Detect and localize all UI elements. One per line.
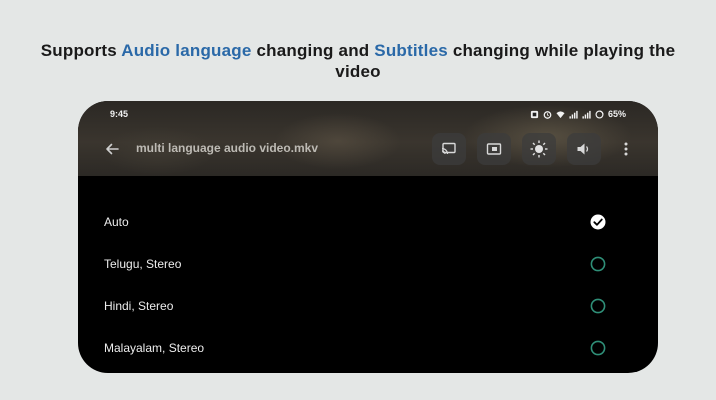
more-options-button[interactable] xyxy=(616,133,636,165)
audio-track-auto[interactable]: Auto xyxy=(78,201,658,243)
battery-icon xyxy=(595,109,604,119)
status-icons: 65% xyxy=(530,109,626,119)
track-label: Malayalam, Stereo xyxy=(104,341,205,355)
audio-track-telugu[interactable]: Telugu, Stereo xyxy=(78,243,658,285)
picture-in-picture-icon xyxy=(486,143,502,155)
feature-headline: Supports Audio language changing and Sub… xyxy=(40,40,676,82)
phone-screen: 9:45 65% multi language audio video.mkv xyxy=(78,101,658,373)
radio-unselected-icon[interactable] xyxy=(590,298,606,314)
status-time: 9:45 xyxy=(110,109,129,119)
alarm-icon xyxy=(543,110,552,119)
notification-icon xyxy=(530,110,539,118)
screenshot-page: Supports Audio language changing and Sub… xyxy=(0,0,716,400)
signal-icon xyxy=(569,110,578,119)
headline-highlight-audio: Audio language xyxy=(121,41,252,60)
audio-track-hindi[interactable]: Hindi, Stereo xyxy=(78,285,658,327)
back-arrow-icon xyxy=(106,143,119,155)
check-circle-icon[interactable] xyxy=(590,214,606,230)
audio-track-malayalam[interactable]: Malayalam, Stereo xyxy=(78,327,658,369)
picture-in-picture-button[interactable] xyxy=(477,133,511,165)
brightness-icon xyxy=(530,140,548,158)
track-label: Hindi, Stereo xyxy=(104,299,174,313)
track-label: Auto xyxy=(104,215,129,229)
volume-button[interactable] xyxy=(567,133,601,165)
status-bar: 9:45 65% xyxy=(78,109,658,123)
headline-text-1: Supports xyxy=(40,41,122,60)
signal-icon xyxy=(582,110,591,119)
more-vert-icon xyxy=(624,142,628,156)
volume-icon xyxy=(577,143,589,155)
headline-text-2: changing and xyxy=(251,41,375,60)
video-title: multi language audio video.mkv xyxy=(136,141,319,155)
back-button[interactable] xyxy=(100,137,124,161)
wifi-icon xyxy=(556,110,565,118)
cast-icon xyxy=(441,142,456,155)
headline-highlight-subtitles: Subtitles xyxy=(374,41,448,60)
radio-unselected-icon[interactable] xyxy=(590,256,606,272)
radio-unselected-icon[interactable] xyxy=(590,340,606,356)
player-toolbar: multi language audio video.mkv xyxy=(78,131,658,167)
brightness-button[interactable] xyxy=(522,133,556,165)
cast-button[interactable] xyxy=(432,133,466,165)
battery-level: 65% xyxy=(607,109,626,119)
track-label: Telugu, Stereo xyxy=(104,257,182,271)
